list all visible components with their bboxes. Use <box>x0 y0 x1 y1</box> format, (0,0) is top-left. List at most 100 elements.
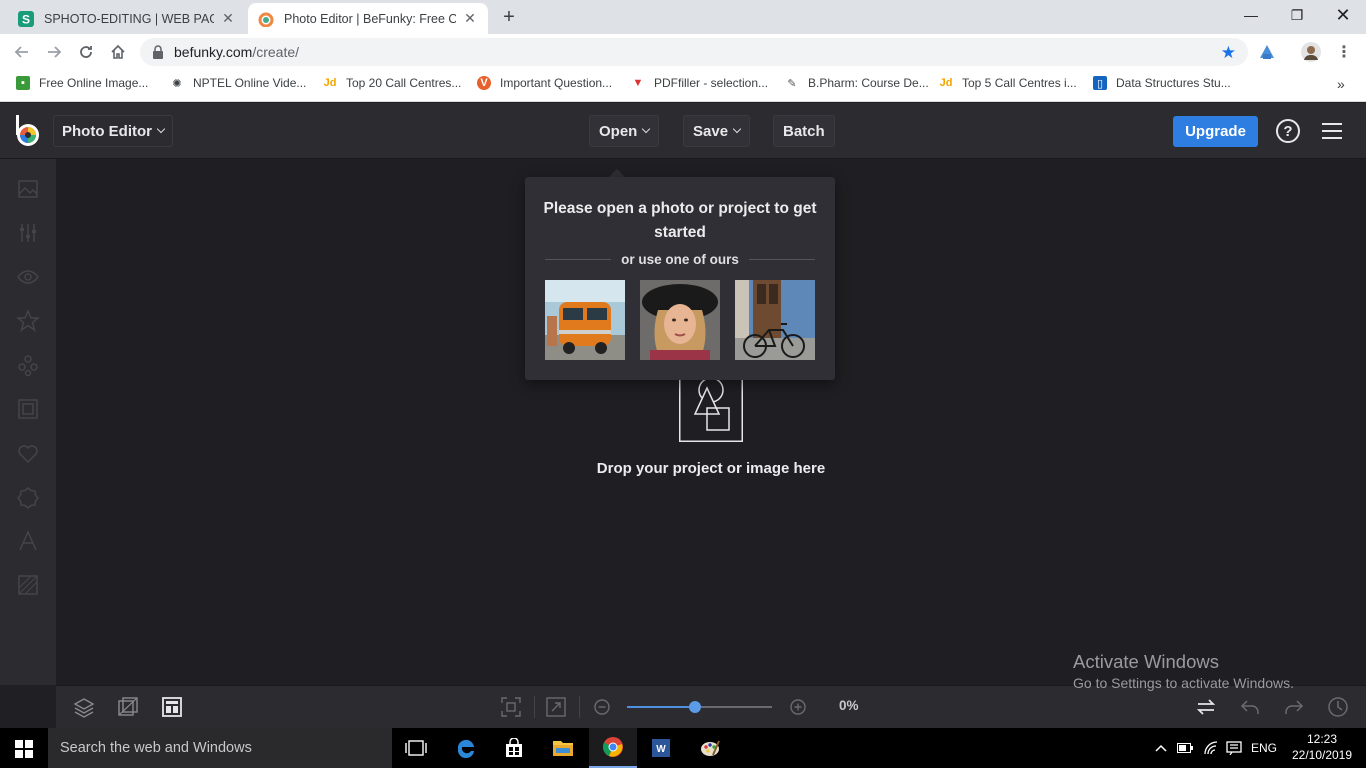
help-icon[interactable]: ? <box>1276 119 1300 143</box>
app-header: Photo Editor Open Save Batch Upgrade ? <box>0 103 1366 159</box>
sample-photo-portrait[interactable] <box>640 280 720 360</box>
upgrade-button[interactable]: Upgrade <box>1173 116 1258 147</box>
sliders-icon[interactable] <box>16 221 40 245</box>
chevron-down-icon <box>732 124 742 134</box>
language-indicator[interactable]: ENG <box>1251 728 1277 768</box>
bookmark-item[interactable]: V Important Question... <box>477 76 612 90</box>
notifications-icon[interactable] <box>1226 728 1242 768</box>
divider-line <box>748 259 816 260</box>
svg-text:S: S <box>22 12 30 26</box>
bottom-toolbar: 0% <box>56 685 1366 728</box>
compare-icon[interactable] <box>117 696 139 718</box>
graphics-icon[interactable] <box>16 353 40 377</box>
browser-tab-befunky[interactable]: Photo Editor | BeFunky: Free Onli ✕ <box>248 3 488 34</box>
clock-date: 22/10/2019 <box>1291 748 1353 762</box>
batch-button[interactable]: Batch <box>773 115 835 147</box>
wifi-icon[interactable] <box>1203 728 1219 768</box>
close-window-button[interactable]: ✕ <box>1320 0 1366 30</box>
actual-size-icon[interactable] <box>545 696 567 718</box>
editor-selector[interactable]: Photo Editor <box>53 115 173 147</box>
hamburger-menu-icon[interactable] <box>1322 123 1342 139</box>
store-icon <box>506 738 522 757</box>
browser-tabstrip: S SPHOTO-EDITING | WEB PAGE ✕ Photo Edit… <box>0 0 1366 34</box>
home-icon <box>111 44 125 59</box>
bookmark-item[interactable]: ▼ PDFfiller - selection... <box>631 76 768 90</box>
svg-text:W: W <box>656 744 666 755</box>
sample-photo-van[interactable] <box>545 280 625 360</box>
swap-icon[interactable] <box>1195 696 1217 718</box>
heart-icon[interactable] <box>16 441 40 465</box>
taskbar-chrome[interactable] <box>589 728 637 768</box>
taskbar-file-explorer[interactable] <box>539 728 587 768</box>
open-button[interactable]: Open <box>589 115 660 147</box>
restore-button[interactable]: ❐ <box>1274 0 1320 30</box>
chrome-menu-icon[interactable]: ⋮ <box>1332 40 1356 64</box>
tab-close-icon[interactable]: ✕ <box>462 10 478 27</box>
history-icon[interactable] <box>1327 696 1349 718</box>
layout-icon[interactable] <box>161 696 183 718</box>
battery-icon[interactable] <box>1177 728 1193 768</box>
extension-icon[interactable] <box>1257 42 1277 62</box>
sample-photo-bicycle[interactable] <box>735 280 815 360</box>
taskbar-paint[interactable] <box>686 728 734 768</box>
taskbar-store[interactable] <box>490 728 538 768</box>
taskbar-search-box[interactable]: Search the web and Windows <box>48 728 392 768</box>
task-view-button[interactable] <box>392 728 440 768</box>
zoom-slider[interactable] <box>627 701 772 713</box>
minimize-button[interactable]: — <box>1228 0 1274 30</box>
new-tab-button[interactable]: + <box>498 6 520 28</box>
lock-icon <box>153 45 163 59</box>
bookmark-item[interactable]: Jd Top 20 Call Centres... <box>323 76 462 90</box>
toolbar-divider <box>534 696 535 718</box>
redo-icon[interactable] <box>1283 696 1305 718</box>
address-bar[interactable]: befunky.com/create/ ★ <box>140 38 1248 66</box>
home-button[interactable] <box>106 40 130 64</box>
image-icon[interactable] <box>16 177 40 201</box>
text-icon[interactable] <box>16 529 40 553</box>
url-host: befunky.com <box>174 44 253 60</box>
bookmark-item[interactable]: Jd Top 5 Call Centres i... <box>939 76 1077 90</box>
eye-icon[interactable] <box>16 265 40 289</box>
bookmark-star-icon[interactable]: ★ <box>1221 43 1236 63</box>
befunky-logo-icon[interactable] <box>14 113 42 149</box>
profile-avatar[interactable] <box>1301 42 1321 62</box>
windows-start-icon[interactable] <box>15 740 33 758</box>
bookmarks-overflow-button[interactable]: » <box>1337 76 1345 92</box>
frame-icon[interactable] <box>16 397 40 421</box>
bookmark-item[interactable]: ✺ NPTEL Online Vide... <box>170 76 306 90</box>
undo-icon[interactable] <box>1239 696 1261 718</box>
texture-icon[interactable] <box>16 573 40 597</box>
star-icon[interactable] <box>16 309 40 333</box>
forward-button[interactable] <box>42 40 66 64</box>
zoom-slider-thumb[interactable] <box>689 701 702 713</box>
bookmark-item[interactable]: ✎ B.Pharm: Course De... <box>785 76 928 90</box>
browser-tab-sphoto[interactable]: S SPHOTO-EDITING | WEB PAGE ✕ <box>8 3 246 34</box>
tool-sidebar <box>0 159 56 685</box>
divider-line <box>545 259 612 260</box>
taskbar-word[interactable]: W <box>637 728 685 768</box>
save-button[interactable]: Save <box>683 115 751 147</box>
tab-close-icon[interactable]: ✕ <box>220 10 236 27</box>
reload-button[interactable] <box>74 40 98 64</box>
watermark-line1: Activate Windows <box>1073 651 1219 672</box>
zoom-out-icon[interactable] <box>591 696 613 718</box>
bookmarks-bar: ▪ Free Online Image... ✺ NPTEL Online Vide… <box>0 70 1366 102</box>
tab-title: Photo Editor | BeFunky: Free Onli <box>284 11 456 26</box>
layers-icon[interactable] <box>73 696 95 718</box>
reload-icon <box>80 46 92 58</box>
watermark-line2: Go to Settings to activate Windows. <box>1073 675 1294 691</box>
back-button[interactable] <box>10 40 34 64</box>
bookmark-item[interactable]: ▪ Free Online Image... <box>16 76 148 90</box>
edge-icon <box>457 739 474 759</box>
folder-icon <box>553 741 573 756</box>
badge-icon[interactable] <box>16 485 40 509</box>
editor-label: Photo Editor <box>62 122 152 140</box>
taskbar-clock[interactable]: 12:23 22/10/2019 <box>1290 731 1354 763</box>
zoom-in-icon[interactable] <box>787 696 809 718</box>
tray-show-hidden-icon[interactable] <box>1155 728 1167 768</box>
nptel-icon: ✺ <box>172 77 182 90</box>
bookmark-item[interactable]: ▯ Data Structures Stu... <box>1093 76 1231 90</box>
zoom-percentage: 0% <box>839 698 859 713</box>
taskbar-edge[interactable] <box>442 728 490 768</box>
fit-to-screen-icon[interactable] <box>500 696 522 718</box>
